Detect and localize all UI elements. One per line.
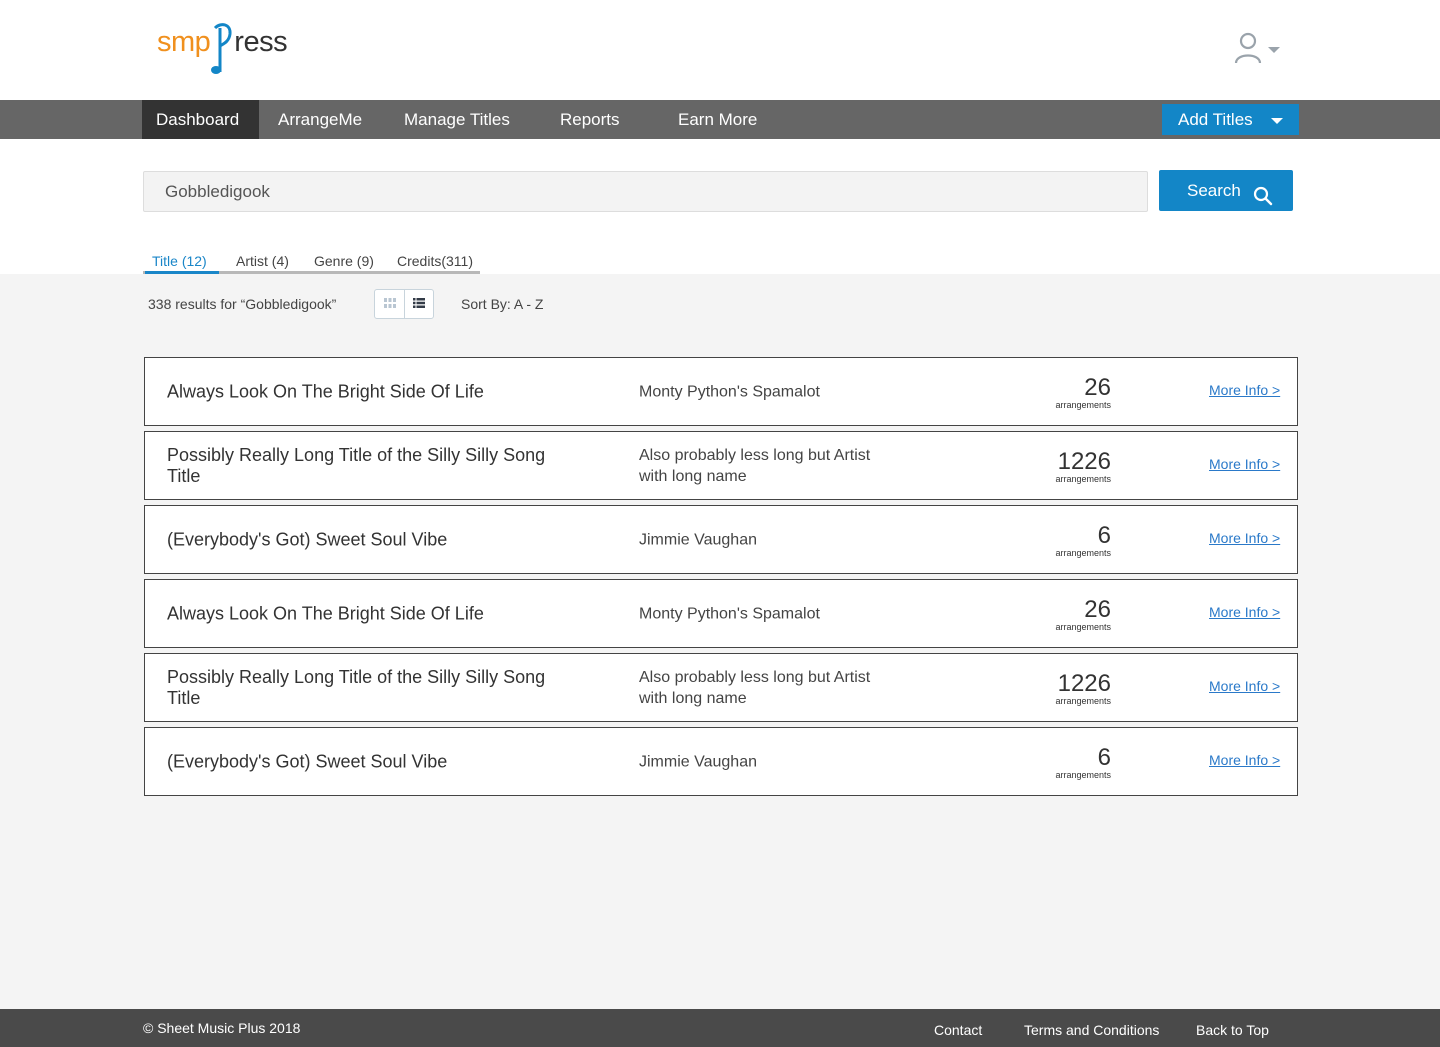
user-menu[interactable] [1234, 32, 1284, 69]
result-row: (Everybody's Got) Sweet Soul Vibe Jimmie… [144, 727, 1298, 796]
arrangement-count-label: arrangements [1055, 770, 1111, 780]
more-info-link[interactable]: More Info > [1209, 678, 1280, 694]
sort-by-dropdown[interactable]: Sort By: A - Z [461, 296, 543, 312]
arrangement-count-label: arrangements [1055, 548, 1111, 558]
result-title[interactable]: (Everybody's Got) Sweet Soul Vibe [167, 529, 547, 550]
arrangement-count-label: arrangements [1055, 474, 1111, 484]
search-input[interactable] [143, 171, 1148, 212]
result-artist: Monty Python's Spamalot [639, 605, 820, 622]
footer-link-terms[interactable]: Terms and Conditions [1024, 1022, 1159, 1038]
footer-link-contact[interactable]: Contact [934, 1022, 982, 1038]
result-title[interactable]: Always Look On The Bright Side Of Life [167, 381, 547, 402]
smp-press-logo[interactable]: smp ress [157, 20, 288, 80]
search-icon [1253, 180, 1273, 221]
result-row: Possibly Really Long Title of the Silly … [144, 431, 1298, 500]
view-toggle [374, 289, 434, 319]
result-row: Always Look On The Bright Side Of Life M… [144, 357, 1298, 426]
result-title[interactable]: Possibly Really Long Title of the Silly … [167, 667, 547, 709]
arrangement-count-number: 1226 [1057, 670, 1111, 697]
arrangement-count-number: 1226 [1057, 448, 1111, 475]
more-info-link[interactable]: More Info > [1209, 456, 1280, 472]
arrangement-count-number: 6 [1097, 744, 1111, 771]
tab-active-indicator [145, 271, 219, 274]
footer-link-back-to-top[interactable]: Back to Top [1196, 1022, 1269, 1038]
logo-text-smp: smp [157, 26, 211, 58]
logo-text-ress: ress [234, 26, 288, 58]
more-info-link[interactable]: More Info > [1209, 752, 1280, 768]
tab-genre[interactable]: Genre (9) [314, 253, 374, 269]
search-section: Search Title (12) Artist (4) Genre (9) C… [0, 139, 1440, 274]
result-row: (Everybody's Got) Sweet Soul Vibe Jimmie… [144, 505, 1298, 574]
result-artist: Also probably less long but Artist with … [639, 446, 871, 485]
arrangement-count: 26 arrangements [1055, 598, 1111, 633]
more-info-link[interactable]: More Info > [1209, 530, 1280, 546]
result-title[interactable]: Possibly Really Long Title of the Silly … [167, 445, 547, 487]
search-button[interactable]: Search [1159, 170, 1293, 211]
results-list: Always Look On The Bright Side Of Life M… [144, 357, 1298, 801]
caret-down-icon [1271, 118, 1283, 124]
arrangement-count: 1226 arrangements [1055, 450, 1111, 485]
result-row: Possibly Really Long Title of the Silly … [144, 653, 1298, 722]
add-titles-button[interactable]: Add Titles [1162, 104, 1299, 135]
arrangement-count-number: 6 [1097, 522, 1111, 549]
tab-credits[interactable]: Credits(311) [397, 253, 473, 269]
tab-artist[interactable]: Artist (4) [236, 253, 289, 269]
arrangement-count-number: 26 [1084, 596, 1111, 623]
more-info-link[interactable]: More Info > [1209, 382, 1280, 398]
user-icon [1234, 32, 1262, 69]
list-view-button[interactable] [404, 290, 433, 318]
chevron-down-icon [1268, 41, 1280, 59]
copyright-text: © Sheet Music Plus 2018 [143, 1020, 301, 1036]
result-title[interactable]: Always Look On The Bright Side Of Life [167, 603, 547, 624]
grid-view-button[interactable] [375, 290, 404, 318]
result-count: 338 results for “Gobbledigook” [148, 296, 337, 312]
main-nav: Dashboard ArrangeMe Manage Titles Report… [0, 100, 1440, 139]
arrangement-count-label: arrangements [1055, 400, 1111, 410]
arrangement-count: 6 arrangements [1055, 524, 1111, 559]
result-artist: Monty Python's Spamalot [639, 383, 820, 400]
result-artist: Jimmie Vaughan [639, 753, 757, 770]
arrangement-count-label: arrangements [1055, 696, 1111, 706]
nav-manage-titles[interactable]: Manage Titles [404, 100, 510, 139]
results-toolbar: 338 results for “Gobbledigook” Sort By: … [148, 289, 648, 319]
site-header: smp ress [0, 0, 1440, 100]
tab-title[interactable]: Title (12) [152, 253, 207, 269]
result-row: Always Look On The Bright Side Of Life M… [144, 579, 1298, 648]
arrangement-count: 6 arrangements [1055, 746, 1111, 781]
grid-icon [383, 295, 396, 313]
arrangement-count-label: arrangements [1055, 622, 1111, 632]
arrangement-count: 1226 arrangements [1055, 672, 1111, 707]
nav-earn-more[interactable]: Earn More [678, 100, 757, 139]
site-footer: © Sheet Music Plus 2018 Contact Terms an… [0, 1009, 1440, 1047]
more-info-link[interactable]: More Info > [1209, 604, 1280, 620]
nav-dashboard[interactable]: Dashboard [142, 100, 259, 139]
result-title[interactable]: (Everybody's Got) Sweet Soul Vibe [167, 751, 547, 772]
nav-reports[interactable]: Reports [560, 100, 620, 139]
arrangement-count: 26 arrangements [1055, 376, 1111, 411]
result-artist: Also probably less long but Artist with … [639, 668, 871, 707]
result-artist: Jimmie Vaughan [639, 531, 757, 548]
search-button-label: Search [1187, 181, 1241, 200]
music-note-icon [211, 20, 233, 76]
list-icon [413, 295, 425, 313]
add-titles-label: Add Titles [1178, 110, 1253, 129]
arrangement-count-number: 26 [1084, 374, 1111, 401]
nav-arrangeme[interactable]: ArrangeMe [278, 100, 362, 139]
